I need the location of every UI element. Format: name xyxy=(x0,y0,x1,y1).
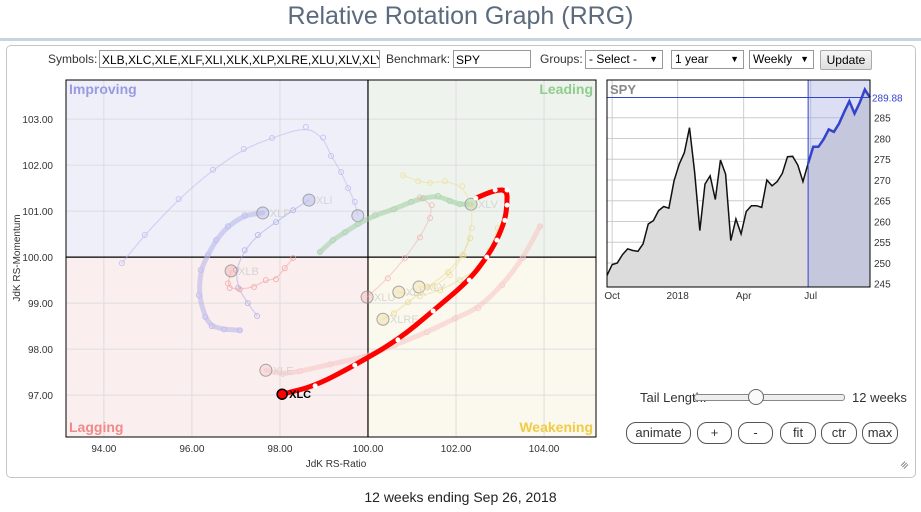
zoom-out-button[interactable]: - xyxy=(738,422,773,444)
tail-length-value: 12 weeks xyxy=(852,390,907,405)
y-axis-label: JdK RS-Momentum xyxy=(12,214,23,301)
tail-head-marker xyxy=(256,206,270,220)
animate-button[interactable]: animate xyxy=(626,422,691,444)
date-range-caption: 12 weeks ending Sep 26, 2018 xyxy=(364,489,557,505)
tail-label: XLE xyxy=(273,365,294,377)
tail-head-marker xyxy=(360,290,374,304)
period-select[interactable]: 1 year ▼ xyxy=(671,50,744,69)
quadrant-weakening xyxy=(367,257,596,437)
y-tick-label: 100.00 xyxy=(22,253,53,264)
tail-head-marker xyxy=(224,264,238,278)
x-tick-label: 96.00 xyxy=(179,444,204,455)
tail-length-slider-handle[interactable] xyxy=(747,389,764,405)
tail-point xyxy=(312,383,318,389)
x-tick-label: 98.00 xyxy=(267,444,292,455)
tail-point xyxy=(504,202,510,208)
tail-head-marker xyxy=(302,193,316,207)
y-tick-label: 98.00 xyxy=(28,345,53,356)
y-tick-label: 103.00 xyxy=(22,115,53,126)
tail-label: XLC xyxy=(289,389,311,401)
dropdown-arrow-icon: ▼ xyxy=(649,54,658,64)
tail-head-marker xyxy=(376,312,390,326)
tail-label: XLV xyxy=(478,199,499,211)
tail-head-marker xyxy=(259,363,273,377)
quadrant-label-lagging: Lagging xyxy=(69,419,123,435)
quadrant-label-weakening: Weakening xyxy=(519,419,593,435)
tail-head-marker xyxy=(392,285,406,299)
tail-point xyxy=(395,337,401,343)
x-axis-label: JdK RS-Ratio xyxy=(306,459,367,470)
quadrant-leading xyxy=(367,80,596,258)
tail-point xyxy=(502,217,508,223)
rrg-chart[interactable]: 94.00 96.00 98.00 100.00 102.00 104.00 97.00 98… xyxy=(0,0,600,480)
tail-point xyxy=(484,254,490,260)
x-tick-label: 102.00 xyxy=(441,444,472,455)
tail-point xyxy=(466,277,472,283)
tail-point xyxy=(504,187,510,193)
y-tick-label: 101.00 xyxy=(22,207,53,218)
x-tick-label: 94.00 xyxy=(91,444,116,455)
frequency-select-value: Weekly xyxy=(753,52,793,66)
tail-head-marker xyxy=(276,388,288,400)
dropdown-arrow-icon: ▼ xyxy=(800,54,809,64)
tail-length-slider[interactable] xyxy=(694,389,845,405)
tail-label: XLU xyxy=(374,292,395,304)
quadrant-label-leading: Leading xyxy=(539,81,593,97)
quadrant-label-improving: Improving xyxy=(69,81,137,97)
tail-point xyxy=(492,187,498,193)
center-button[interactable]: ctr xyxy=(821,422,857,444)
tail-point xyxy=(473,195,479,201)
tail-label: XLK xyxy=(406,287,427,299)
frequency-select[interactable]: Weekly ▼ xyxy=(749,50,814,69)
zoom-in-button[interactable]: + xyxy=(697,422,732,444)
tail-label: XLB xyxy=(238,266,259,278)
x-tick-label: 104.00 xyxy=(529,444,560,455)
tail-point xyxy=(494,237,500,243)
period-select-value: 1 year xyxy=(675,52,709,66)
tail-point xyxy=(352,362,358,368)
y-tick-label: 97.00 xyxy=(28,391,53,402)
max-button[interactable]: max xyxy=(862,422,898,444)
y-tick-label: 99.00 xyxy=(28,299,53,310)
tail-point xyxy=(430,308,436,314)
quadrant-improving xyxy=(66,80,368,258)
fit-button[interactable]: fit xyxy=(780,422,816,444)
dropdown-arrow-icon: ▼ xyxy=(730,54,739,64)
update-button[interactable]: Update xyxy=(820,50,872,70)
tail-label: XLI xyxy=(316,195,333,207)
x-tick-label: 100.00 xyxy=(353,444,384,455)
quadrant-lagging xyxy=(66,257,368,437)
y-tick-label: 102.00 xyxy=(22,161,53,172)
